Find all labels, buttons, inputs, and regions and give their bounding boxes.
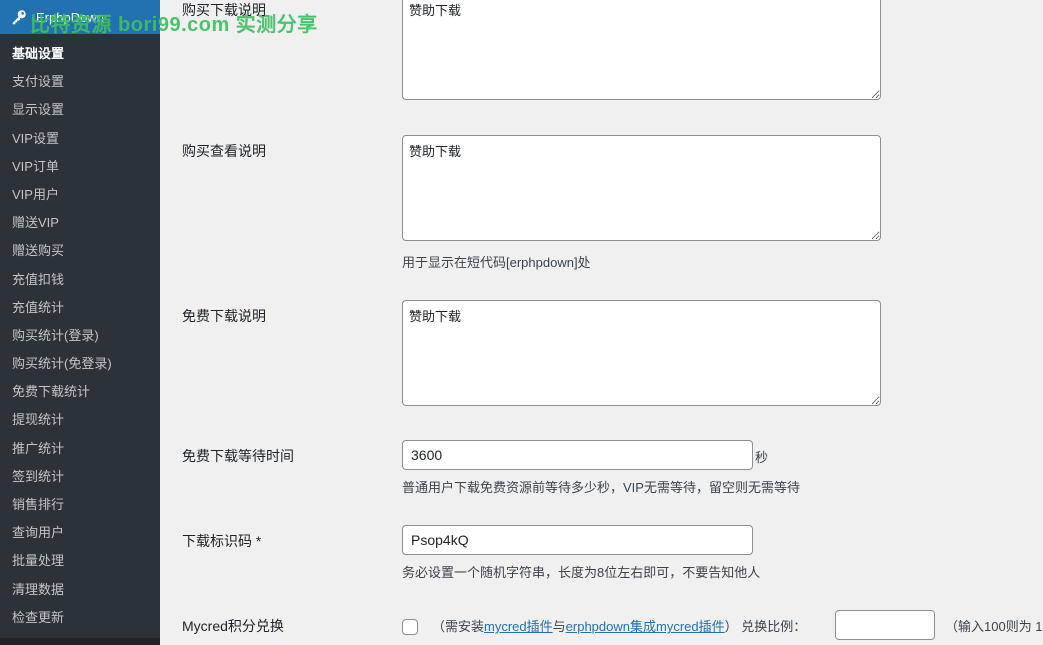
sidebar-item[interactable]: 销售排行: [0, 491, 160, 519]
key-icon: [12, 10, 26, 25]
download-code-label: 下载标识码 *: [182, 533, 262, 549]
sidebar-item[interactable]: 推广统计: [0, 435, 160, 463]
sidebar-item[interactable]: 充值统计: [0, 294, 160, 322]
free-download-desc-textarea[interactable]: 赞助下载: [402, 300, 881, 406]
mycred-label: Mycred积分兑换: [182, 618, 284, 634]
free-download-desc-label: 免费下载说明: [182, 308, 266, 324]
sidebar-item[interactable]: 充值扣钱: [0, 266, 160, 294]
sidebar-item[interactable]: 批量处理: [0, 547, 160, 575]
sidebar-item[interactable]: 清理数据: [0, 576, 160, 604]
buy-download-desc-textarea[interactable]: 赞助下载: [402, 0, 881, 100]
buy-view-desc-hint: 用于显示在短代码[erphpdown]处: [402, 255, 591, 270]
watermark-text: 比特资源 bori99.com 实测分享: [30, 14, 318, 36]
free-wait-time-label: 免费下载等待时间: [182, 448, 294, 464]
sidebar-item[interactable]: VIP订单: [0, 153, 160, 181]
download-code-hint: 务必设置一个随机字符串，长度为8位左右即可，不要告知他人: [402, 565, 761, 580]
mycred-checkbox[interactable]: [402, 619, 418, 635]
mycred-description: （需安装mycred插件与erphpdown集成mycred插件） 兑换比例：: [432, 616, 806, 635]
sidebar-item[interactable]: VIP设置: [0, 125, 160, 153]
sidebar-item[interactable]: 赠送购买: [0, 237, 160, 265]
buy-download-desc-label: 购买下载说明: [182, 2, 266, 18]
mycred-suffix: ） 兑换比例：: [724, 619, 807, 634]
sidebar-item[interactable]: 免费下载统计: [0, 378, 160, 406]
admin-sidebar: ErphpDown 基础设置 支付设置 显示设置 VIP设置 VIP订单 VIP用户 赠送V…: [0, 0, 160, 645]
mycred-ratio-input[interactable]: [835, 610, 935, 640]
mycred-plugin-link[interactable]: mycred插件: [484, 619, 553, 634]
sidebar-item[interactable]: 购买统计(登录): [0, 322, 160, 350]
submenu-list: 基础设置 支付设置 显示设置 VIP设置 VIP订单 VIP用户 赠送VIP 赠送购买 充值扣钱…: [0, 40, 160, 632]
free-wait-time-hint: 普通用户下载免费资源前等待多少秒，VIP无需等待，留空则无需等待: [402, 480, 800, 495]
buy-view-desc-textarea[interactable]: 赞助下载: [402, 135, 881, 241]
sidebar-item[interactable]: 支付设置: [0, 68, 160, 96]
sidebar-item[interactable]: 签到统计: [0, 463, 160, 491]
free-wait-time-unit: 秒: [755, 450, 769, 465]
mycred-middle: 与: [552, 619, 566, 634]
free-wait-time-input[interactable]: [402, 440, 753, 470]
sidebar-item[interactable]: 基础设置: [0, 40, 160, 68]
sidebar-item[interactable]: 检查更新: [0, 604, 160, 632]
mycred-ratio-hint: （输入100则为 10: [945, 619, 1043, 634]
erphpdown-mycred-plugin-link[interactable]: erphpdown集成mycred插件: [566, 619, 725, 634]
download-code-input[interactable]: [402, 525, 753, 555]
buy-view-desc-label: 购买查看说明: [182, 143, 266, 159]
sidebar-item[interactable]: VIP用户: [0, 181, 160, 209]
sidebar-item[interactable]: 提现统计: [0, 406, 160, 434]
sidebar-item[interactable]: 购买统计(免登录): [0, 350, 160, 378]
sidebar-item[interactable]: 赠送VIP: [0, 209, 160, 237]
mycred-prefix: （需安装: [432, 619, 485, 634]
sidebar-item[interactable]: 显示设置: [0, 96, 160, 124]
sidebar-item[interactable]: 查询用户: [0, 519, 160, 547]
sidebar-bottom-strip: [0, 638, 160, 645]
